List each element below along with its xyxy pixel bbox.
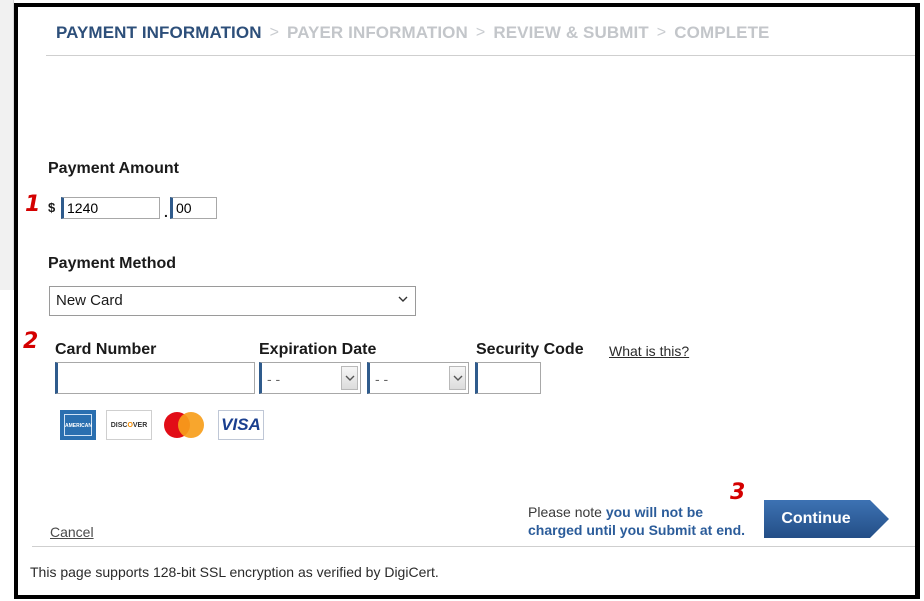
mastercard-logo-icon xyxy=(162,410,208,440)
continue-button[interactable]: Continue xyxy=(764,500,890,538)
cancel-link[interactable]: Cancel xyxy=(50,524,94,540)
card-number-label: Card Number xyxy=(55,341,157,358)
discover-logo-icon: DISC O VER xyxy=(106,410,152,440)
annotation-marker-3: 3 xyxy=(730,480,746,505)
annotation-marker-1: 1 xyxy=(25,192,41,217)
expiration-year-value: - - xyxy=(375,371,389,387)
steps-divider xyxy=(46,55,915,56)
accepted-cards: AMERICAN EXPRESS DISC O VER VISA xyxy=(60,410,264,451)
payment-amount-label: Payment Amount xyxy=(48,160,179,177)
chevron-down-icon xyxy=(453,375,463,381)
ssl-footer-text: This page supports 128-bit SSL encryptio… xyxy=(30,564,439,580)
step-complete: COMPLETE xyxy=(674,23,770,42)
security-code-input[interactable] xyxy=(475,362,541,394)
visa-logo-text: VISA xyxy=(221,415,261,434)
page-left-edge xyxy=(0,0,14,290)
step-separator: > xyxy=(656,24,667,41)
decimal-point: . xyxy=(164,204,168,220)
step-separator: > xyxy=(269,24,280,41)
security-code-label: Security Code xyxy=(476,341,584,358)
payment-cents-input[interactable] xyxy=(170,197,217,219)
charge-notice: Please note you will not be charged unti… xyxy=(528,503,758,539)
dropdown-button[interactable] xyxy=(449,366,466,390)
card-number-input[interactable] xyxy=(55,362,255,394)
amex-logo-icon: AMERICAN EXPRESS xyxy=(60,410,96,451)
continue-button-label: Continue xyxy=(781,510,851,527)
annotation-marker-2: 2 xyxy=(23,329,39,354)
what-is-this-link[interactable]: What is this? xyxy=(609,343,689,359)
payment-method-selected-value: New Card xyxy=(56,292,123,309)
footer-divider xyxy=(32,546,915,547)
expiration-date-label: Expiration Date xyxy=(259,341,377,358)
checkout-progress-steps: PAYMENT INFORMATION > PAYER INFORMATION … xyxy=(56,23,770,43)
step-payment-information: PAYMENT INFORMATION xyxy=(56,23,262,42)
chevron-down-icon xyxy=(398,296,408,302)
expiration-month-value: - - xyxy=(267,371,281,387)
charge-notice-prefix: Please note xyxy=(528,504,602,520)
payment-method-label: Payment Method xyxy=(48,255,177,272)
expiration-year-select[interactable]: - - xyxy=(367,362,469,394)
step-separator: > xyxy=(475,24,486,41)
chevron-down-icon xyxy=(345,375,355,381)
dropdown-button[interactable] xyxy=(341,366,358,390)
amex-logo-text: AMERICAN EXPRESS xyxy=(64,414,92,451)
currency-symbol: $ xyxy=(48,200,56,215)
step-payer-information: PAYER INFORMATION xyxy=(287,23,468,42)
discover-logo-suffix: VER xyxy=(132,421,148,429)
step-review-submit: REVIEW & SUBMIT xyxy=(493,23,649,42)
payment-form-panel: PAYMENT INFORMATION > PAYER INFORMATION … xyxy=(14,3,920,599)
visa-logo-icon: VISA xyxy=(218,410,264,440)
discover-logo-prefix: DISC xyxy=(110,421,128,429)
expiration-month-select[interactable]: - - xyxy=(259,362,361,394)
payment-dollars-input[interactable] xyxy=(61,197,160,219)
payment-method-select[interactable]: New Card xyxy=(49,286,416,316)
